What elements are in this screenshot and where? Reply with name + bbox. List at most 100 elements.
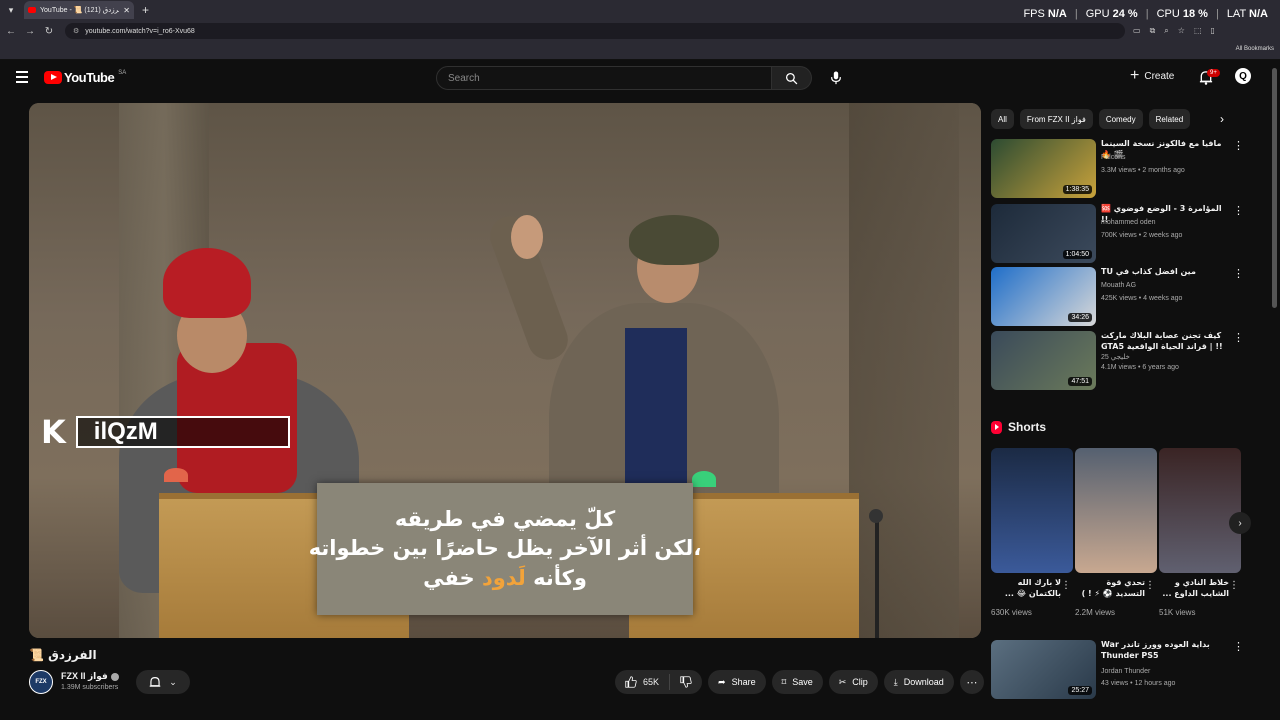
microphone-icon xyxy=(831,71,841,85)
clip-button[interactable]: ✂ Clip xyxy=(828,670,878,694)
like-button[interactable]: 65K xyxy=(615,674,671,690)
actor-right-turban xyxy=(629,215,719,265)
shorts-next-button[interactable]: › xyxy=(1229,512,1251,534)
create-button[interactable]: + Create xyxy=(1130,68,1174,84)
short-thumbnail[interactable] xyxy=(1075,448,1157,573)
notification-badge: 9+ xyxy=(1207,69,1220,77)
video-channel[interactable]: Mouath AG xyxy=(1101,282,1136,289)
video-thumbnail[interactable]: 1:38:35 xyxy=(991,139,1096,198)
more-vertical-icon[interactable]: ⋮ xyxy=(1233,331,1244,344)
chip-comedy[interactable]: Comedy xyxy=(1098,109,1143,129)
chevron-right-icon: › xyxy=(1238,517,1242,529)
more-vertical-icon[interactable]: ⋮ xyxy=(1229,580,1239,591)
video-title[interactable]: مين افضل كذاب في TU xyxy=(1101,267,1231,278)
performance-overlay: FPS N/A | GPU 24 % | CPU 18 % | LAT N/A xyxy=(1023,8,1268,20)
translate-icon[interactable]: ⧉ xyxy=(1150,26,1156,36)
like-dislike-group: 65K xyxy=(615,670,703,694)
browser-toolbar-icons: ▭ ⧉ ⌕ ☆ ⬚ ▯ xyxy=(1133,26,1215,36)
search-input[interactable] xyxy=(436,66,772,90)
browser-tab[interactable]: YouTube - 📜 الفرزدق (121) 🔊 ✕ xyxy=(24,1,134,19)
more-vertical-icon[interactable]: ⋮ xyxy=(1233,640,1244,653)
share-label: Share xyxy=(731,677,756,687)
extensions-icon[interactable]: ⬚ xyxy=(1194,26,1202,36)
hamburger-menu-icon[interactable] xyxy=(16,71,28,83)
save-button[interactable]: ⌑ Save xyxy=(771,670,823,694)
cpu-readout: CPU 18 % xyxy=(1156,8,1208,20)
buzzer-light-left xyxy=(164,468,188,482)
short-views: 2.2M views xyxy=(1075,608,1116,617)
video-duration: 1:38:35 xyxy=(1062,185,1092,194)
video-meta: 700K views • 2 weeks ago xyxy=(1101,232,1183,239)
recommended-video[interactable]: 25:27 بداية العوده وورز تاندر War Thunder… xyxy=(991,640,1251,700)
zoom-icon[interactable]: ⌕ xyxy=(1164,26,1168,36)
video-thumbnail[interactable]: 47:51 xyxy=(991,331,1096,390)
watermark-text: ilQzM xyxy=(75,416,290,448)
video-thumbnail[interactable]: 1:04:50 xyxy=(991,204,1096,263)
scrollbar[interactable] xyxy=(1272,68,1277,308)
short-title[interactable]: تحدي قوة التسديد ⚽ ⚡ ! ) xyxy=(1075,578,1145,600)
logo-text: YouTube xyxy=(64,70,115,85)
reload-icon[interactable]: ↻ xyxy=(41,26,57,37)
all-bookmarks-button[interactable]: All Bookmarks xyxy=(1236,46,1274,52)
video-title[interactable]: كيف تجنن عصابة البلاك ماركت !! | قراند ا… xyxy=(1101,331,1231,353)
url-text: youtube.com/watch?v=i_ro6-Xvu68 xyxy=(85,27,195,35)
more-vertical-icon[interactable]: ⋮ xyxy=(1145,580,1155,591)
voice-search-button[interactable] xyxy=(824,66,848,90)
channel-avatar[interactable]: FZX xyxy=(29,670,53,694)
video-actions: 65K ➦ Share ⌑ Save ✂ Clip ⤓ Download ⋯ xyxy=(615,670,984,694)
short-thumbnail[interactable] xyxy=(991,448,1073,573)
tab-close-icon[interactable]: ✕ xyxy=(123,6,130,15)
more-actions-button[interactable]: ⋯ xyxy=(959,670,984,694)
short-title[interactable]: لا بارك الله بالكتمان 😂 ... xyxy=(991,578,1061,600)
more-vertical-icon[interactable]: ⋮ xyxy=(1233,139,1244,152)
forward-icon[interactable]: → xyxy=(22,26,38,37)
youtube-logo[interactable]: YouTube SA xyxy=(44,70,126,85)
video-thumbnail[interactable]: 34:26 xyxy=(991,267,1096,326)
shorts-logo-icon xyxy=(991,420,1002,434)
more-vertical-icon[interactable]: ⋮ xyxy=(1233,267,1244,280)
chip-all[interactable]: All xyxy=(991,109,1014,129)
share-button[interactable]: ➦ Share xyxy=(708,670,766,694)
thumbs-down-icon xyxy=(680,676,692,688)
video-channel[interactable]: 25 خليجي xyxy=(1101,353,1130,361)
recommended-video[interactable]: 47:51 كيف تجنن عصابة البلاك ماركت !! | قر… xyxy=(991,331,1251,391)
short-thumbnail[interactable] xyxy=(1159,448,1241,573)
download-button[interactable]: ⤓ Download xyxy=(883,670,954,694)
tab-list-icon[interactable]: ▾ xyxy=(2,1,20,19)
subscribed-bell-button[interactable]: ⌄ xyxy=(136,670,190,694)
chevron-right-icon[interactable]: › xyxy=(1220,112,1224,126)
short-title[interactable]: خلاط النادي و الشايب الداوع ... xyxy=(1159,578,1229,600)
tab-title: YouTube - 📜 الفرزدق (121) 🔊 xyxy=(40,7,119,14)
install-icon[interactable]: ▭ xyxy=(1133,26,1141,36)
recommended-video[interactable]: 1:38:35 مافيا مع فالكونز نسخة السينما 🎬 🔥… xyxy=(991,139,1251,199)
recommended-video[interactable]: 1:04:50 المؤامرة 3 - الوضع فوضوي 🆘 !! moha… xyxy=(991,204,1251,264)
account-avatar[interactable]: Q xyxy=(1235,68,1251,84)
background-column xyxy=(849,103,959,638)
gpu-readout: GPU 24 % xyxy=(1085,8,1138,20)
sidebar-icon[interactable]: ▯ xyxy=(1211,26,1215,36)
chip-related[interactable]: Related xyxy=(1148,109,1191,129)
video-channel[interactable]: Falcons xyxy=(1101,154,1126,161)
scissors-icon: ✂ xyxy=(838,676,847,687)
bell-icon xyxy=(149,676,161,687)
chip-from-channel[interactable]: From FZX II فواز xyxy=(1019,109,1093,129)
url-field[interactable]: ⚙ youtube.com/watch?v=i_ro6-Xvu68 xyxy=(65,23,1125,39)
site-info-icon[interactable]: ⚙ xyxy=(73,27,79,35)
video-meta: 43 views • 12 hours ago xyxy=(1101,680,1176,687)
more-vertical-icon[interactable]: ⋮ xyxy=(1233,204,1244,217)
new-tab-button[interactable]: + xyxy=(142,3,149,17)
channel-name[interactable]: FZX II فواز xyxy=(61,671,119,682)
more-vertical-icon[interactable]: ⋮ xyxy=(1061,580,1071,591)
video-channel[interactable]: mohammed oden xyxy=(1101,219,1155,226)
video-player[interactable]: كلّ يمضي في طريقه ،لكن أثر الآخر يظل حاض… xyxy=(29,103,981,638)
recommended-video[interactable]: 34:26 مين افضل كذاب في TU Mouath AG 425K vi… xyxy=(991,267,1251,327)
search-button[interactable] xyxy=(772,66,812,90)
video-duration: 47:51 xyxy=(1068,377,1092,386)
video-title[interactable]: بداية العوده وورز تاندر War Thunder PS5 xyxy=(1101,640,1231,662)
bookmark-icon: ⌑ xyxy=(781,676,787,687)
video-channel[interactable]: Jordan Thunder xyxy=(1101,668,1150,675)
video-thumbnail[interactable]: 25:27 xyxy=(991,640,1096,699)
bookmark-star-icon[interactable]: ☆ xyxy=(1178,26,1185,36)
back-icon[interactable]: ← xyxy=(3,26,19,37)
dislike-button[interactable] xyxy=(670,676,702,688)
